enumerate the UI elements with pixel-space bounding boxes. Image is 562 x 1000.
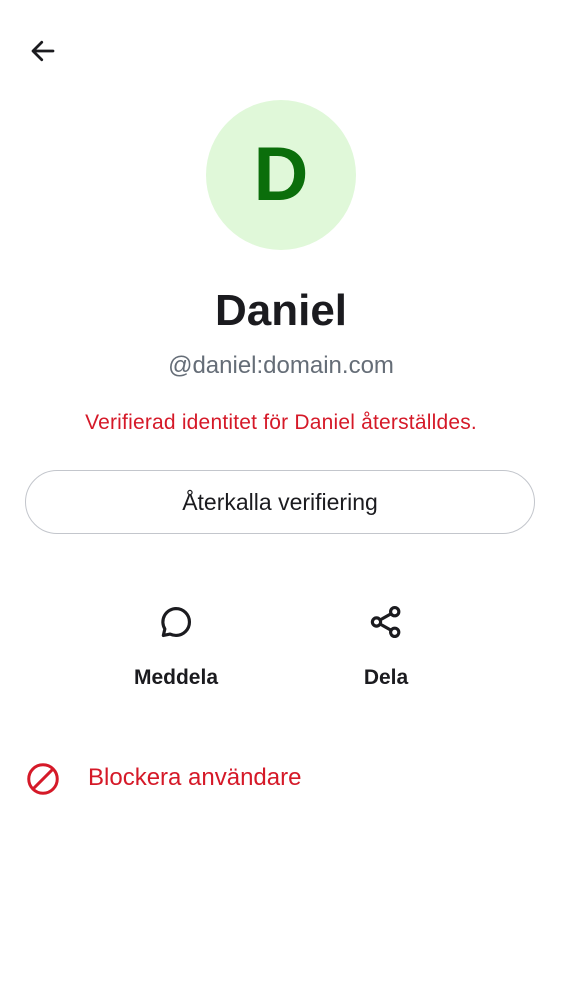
arrow-left-icon bbox=[31, 40, 55, 62]
user-id: @daniel:domain.com bbox=[168, 352, 394, 379]
back-button[interactable] bbox=[20, 28, 66, 74]
revoke-verification-label: Återkalla verifiering bbox=[182, 488, 378, 515]
message-label: Meddela bbox=[133, 666, 219, 689]
block-icon bbox=[24, 760, 62, 798]
verification-warning: Verifierad identitet för Daniel återstäl… bbox=[85, 411, 477, 434]
block-user-label: Blockera användare bbox=[88, 764, 302, 791]
share-icon bbox=[360, 596, 412, 648]
share-action[interactable]: Dela bbox=[316, 596, 456, 706]
revoke-verification-button[interactable]: Återkalla verifiering bbox=[25, 470, 535, 534]
avatar: D bbox=[206, 100, 356, 250]
block-user-button[interactable]: Blockera användare bbox=[0, 742, 562, 814]
share-label: Dela bbox=[363, 666, 409, 689]
chat-bubble-icon bbox=[150, 596, 202, 648]
display-name: Daniel bbox=[214, 286, 348, 335]
message-action[interactable]: Meddela bbox=[106, 596, 246, 706]
